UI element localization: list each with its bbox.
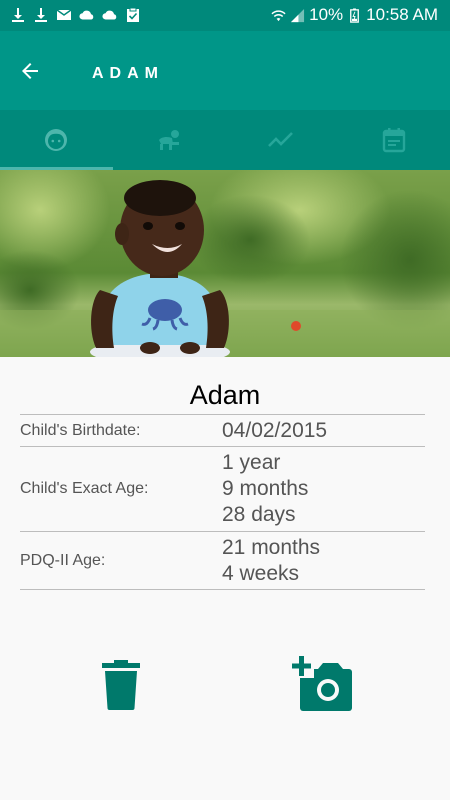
back-button[interactable] (14, 55, 46, 87)
cloud-icon (102, 10, 117, 20)
page-title: ADAM (92, 65, 164, 82)
exact-age-days: 28 days (222, 503, 296, 526)
pdq-age-row: PDQ-II Age: 21 months 4 weeks (20, 532, 425, 590)
crawling-baby-icon (158, 130, 179, 150)
clock: 10:58 AM (366, 5, 438, 24)
tab-growth[interactable] (225, 110, 338, 170)
exact-age-value: 1 year 9 months 28 days (222, 447, 308, 531)
cloud-icon (79, 10, 94, 20)
tab-bar (0, 110, 450, 170)
pdq-age-label: PDQ-II Age: (20, 551, 106, 569)
delete-child-button[interactable] (102, 660, 140, 710)
birthdate-value-line: 04/02/2015 (222, 418, 328, 442)
arrow-back-icon (22, 63, 38, 79)
add-photo-icon (292, 656, 352, 711)
child-name: Adam (189, 380, 261, 410)
battery-percent: 10% (309, 5, 344, 24)
exact-age-row: Child's Exact Age: 1 year 9 months 28 da… (20, 447, 425, 532)
tab-milestones[interactable] (113, 110, 226, 170)
child-info-table: Child's Birthdate: 04/02/2015 Child's Ex… (20, 414, 425, 590)
download-icon (12, 8, 24, 22)
exact-age-months: 9 months (222, 477, 309, 500)
calendar-icon (382, 128, 405, 153)
birthdate-label: Child's Birthdate: (20, 421, 141, 439)
signal-icon (291, 8, 305, 22)
app-bar: ADAM (0, 31, 450, 110)
wifi-icon (271, 9, 286, 21)
pdq-age-months: 21 months (222, 535, 321, 559)
email-icon (56, 9, 72, 20)
tab-profile[interactable] (0, 110, 113, 170)
exact-age-label: Child's Exact Age: (20, 480, 149, 497)
battery-icon (350, 7, 360, 23)
pdq-age-value: 21 months 4 weeks (222, 532, 320, 590)
exact-age-years: 1 year (222, 451, 281, 474)
tab-calendar[interactable] (338, 110, 450, 170)
birthdate-row: Child's Birthdate: 04/02/2015 (20, 415, 425, 447)
pdq-age-weeks: 4 weeks (222, 561, 300, 585)
clipboard-check-icon (127, 7, 139, 22)
child-face-icon (45, 129, 68, 151)
child-photo (0, 170, 450, 357)
birthdate-value: 04/02/2015 (222, 415, 327, 447)
notification-icons (10, 7, 141, 23)
download-icon (35, 8, 47, 22)
add-photo-button[interactable] (292, 656, 354, 712)
trend-line-icon (268, 132, 294, 147)
trash-icon (102, 660, 140, 710)
status-bar: 10% 10:58 AM (0, 0, 450, 31)
system-indicators: 10% 10:58 AM (271, 5, 438, 25)
